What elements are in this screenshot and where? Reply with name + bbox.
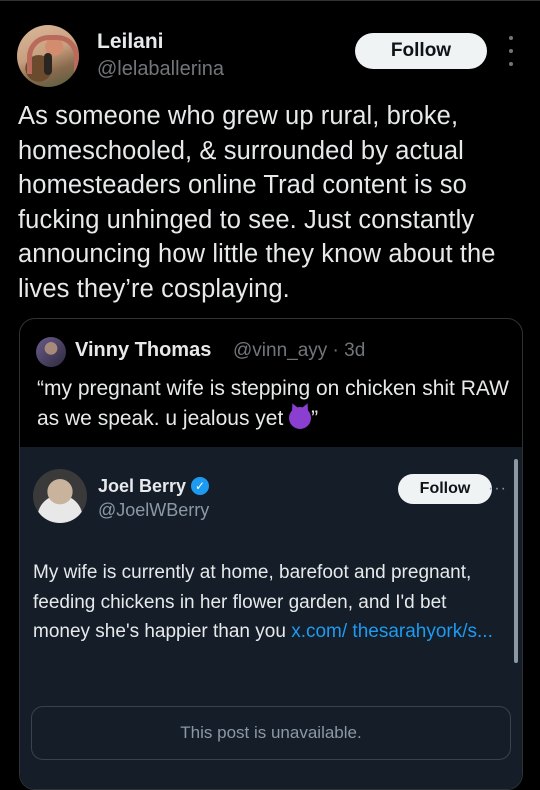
unavailable-post-notice: This post is unavailable. <box>31 706 511 760</box>
author-handle[interactable]: @lelaballerina <box>97 58 224 81</box>
quoted-post-text-body: “my pregnant wife is stepping on chicken… <box>37 377 509 430</box>
quoted-author-name[interactable]: Vinny Thomas <box>75 339 211 362</box>
smiling-devil-emoji-icon <box>289 407 312 429</box>
quoted-post-text-end: ” <box>311 407 319 430</box>
avatar-arch-shape <box>27 35 79 74</box>
quoted-author-avatar[interactable] <box>36 337 66 367</box>
quoted-post-card[interactable]: Vinny Thomas @vinn_ayy · 3d “my pregnant… <box>19 318 523 790</box>
author-name[interactable]: Leilani <box>97 30 164 54</box>
more-horizontal-icon[interactable]: ··· <box>488 480 507 498</box>
embedded-post-text: My wife is currently at home, barefoot a… <box>33 558 503 647</box>
embedded-author-name[interactable]: Joel Berry <box>98 476 186 497</box>
scrollbar[interactable] <box>514 459 518 663</box>
quoted-author-handle-time[interactable]: @vinn_ayy · 3d <box>233 340 365 362</box>
embedded-post-link[interactable]: x.com/ thesarahyork/s... <box>291 621 493 642</box>
author-avatar[interactable] <box>17 25 79 87</box>
embedded-author-avatar[interactable] <box>33 469 87 523</box>
follow-button[interactable]: Follow <box>355 33 487 69</box>
embedded-post[interactable]: Joel Berry ✓ @JoelWBerry Follow ··· My w… <box>20 447 522 789</box>
more-vertical-icon[interactable] <box>503 36 519 66</box>
embedded-author-handle[interactable]: @JoelWBerry <box>98 500 209 521</box>
quoted-post-text: “my pregnant wife is stepping on chicken… <box>37 374 517 434</box>
avatar-person-shape <box>44 53 52 75</box>
verified-badge-icon: ✓ <box>191 477 209 495</box>
embedded-follow-button[interactable]: Follow <box>398 474 492 504</box>
post-text: As someone who grew up rural, broke, hom… <box>18 102 496 303</box>
top-divider <box>0 0 540 1</box>
